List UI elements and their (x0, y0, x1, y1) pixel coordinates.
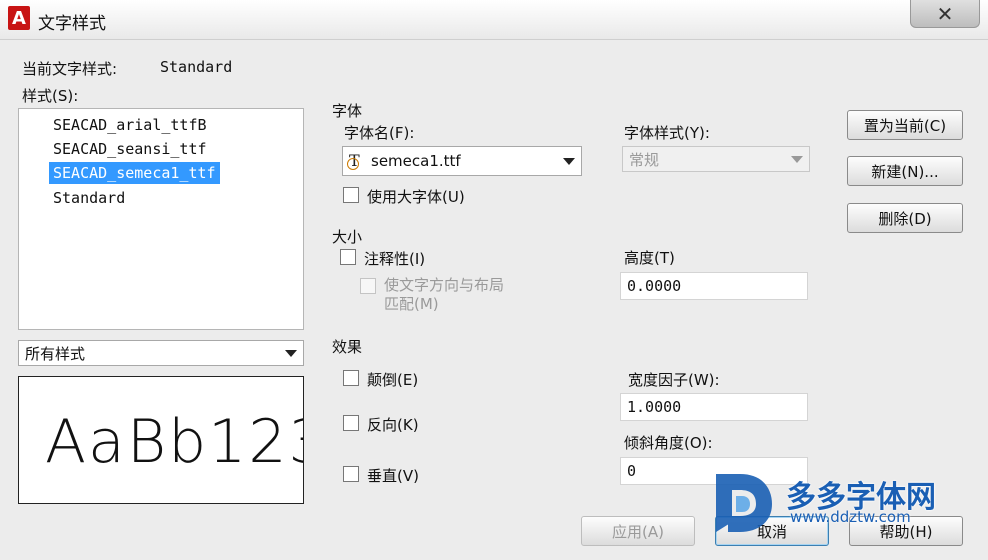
width-factor-label: 宽度因子(W): (628, 371, 720, 389)
font-style-select[interactable]: 常规 (622, 146, 810, 172)
annotative-checkbox[interactable] (340, 249, 356, 265)
upside-down-checkbox[interactable] (343, 370, 359, 386)
size-group-label: 大小 (332, 228, 363, 246)
match-layout-label-line2: 匹配(M) (384, 295, 439, 313)
list-item[interactable]: SEACAD_arial_ttfB (49, 114, 211, 136)
style-filter-value: 所有样式 (25, 344, 86, 363)
height-label: 高度(T) (624, 249, 675, 267)
backwards-label: 反向(K) (367, 416, 419, 434)
list-item[interactable]: SEACAD_seansi_ttf (49, 138, 211, 160)
styles-listbox[interactable]: SEACAD_arial_ttfB SEACAD_seansi_ttf SEAC… (18, 108, 304, 330)
backwards-checkbox[interactable] (343, 415, 359, 431)
vertical-checkbox[interactable] (343, 466, 359, 482)
new-style-button[interactable]: 新建(N)... (847, 156, 963, 186)
styles-label: 样式(S): (22, 87, 79, 105)
watermark-url: www.ddztw.com (790, 508, 911, 526)
chevron-down-icon (791, 156, 803, 163)
width-factor-input[interactable]: 1.0000 (620, 393, 808, 421)
width-factor-value: 1.0000 (627, 398, 682, 416)
font-name-select[interactable]: T semeca1.ttf (342, 146, 582, 176)
watermark-logo-icon (716, 474, 772, 532)
list-item[interactable]: Standard (49, 187, 129, 209)
close-icon: ✕ (936, 1, 954, 26)
font-group-label: 字体 (332, 102, 363, 120)
text-style-dialog: A 文字样式 ✕ 当前文字样式: Standard 样式(S): SEACAD_… (0, 0, 988, 560)
annotative-label: 注释性(I) (364, 250, 426, 268)
match-layout-checkbox[interactable] (360, 278, 376, 294)
use-bigfont-label: 使用大字体(U) (367, 188, 465, 206)
style-filter-select[interactable]: 所有样式 (18, 340, 304, 366)
font-style-value: 常规 (629, 150, 660, 169)
effects-group-label: 效果 (332, 338, 363, 356)
chevron-down-icon (563, 158, 575, 165)
upside-down-label: 颠倒(E) (367, 371, 419, 389)
vertical-label: 垂直(V) (367, 467, 419, 485)
match-layout-label: 使文字方向与布局 匹配(M) (384, 276, 504, 314)
height-value: 0.0000 (627, 277, 682, 295)
delete-style-button[interactable]: 删除(D) (847, 203, 963, 233)
list-item-selected[interactable]: SEACAD_semeca1_ttf (49, 162, 220, 184)
oblique-angle-label: 倾斜角度(O): (624, 434, 713, 452)
style-preview: AaBb123 (18, 376, 304, 504)
preview-text: AaBb123 (45, 407, 304, 477)
current-style-value: Standard (160, 58, 233, 76)
close-button[interactable]: ✕ (910, 0, 980, 28)
apply-button[interactable]: 应用(A) (581, 516, 695, 546)
font-name-label: 字体名(F): (344, 124, 415, 142)
font-style-label: 字体样式(Y): (624, 124, 710, 142)
font-name-value: semeca1.ttf (371, 152, 461, 170)
truetype-font-icon: T (347, 152, 367, 170)
current-style-label: 当前文字样式: (22, 60, 118, 78)
match-layout-label-line1: 使文字方向与布局 (384, 276, 505, 294)
title-bar[interactable]: A 文字样式 ✕ (0, 0, 988, 40)
window-title: 文字样式 (38, 14, 106, 34)
set-current-button[interactable]: 置为当前(C) (847, 110, 963, 140)
height-input[interactable]: 0.0000 (620, 272, 808, 300)
use-bigfont-checkbox[interactable] (343, 187, 359, 203)
autocad-app-icon: A (8, 6, 30, 30)
oblique-angle-value: 0 (627, 462, 637, 480)
chevron-down-icon (285, 350, 297, 357)
